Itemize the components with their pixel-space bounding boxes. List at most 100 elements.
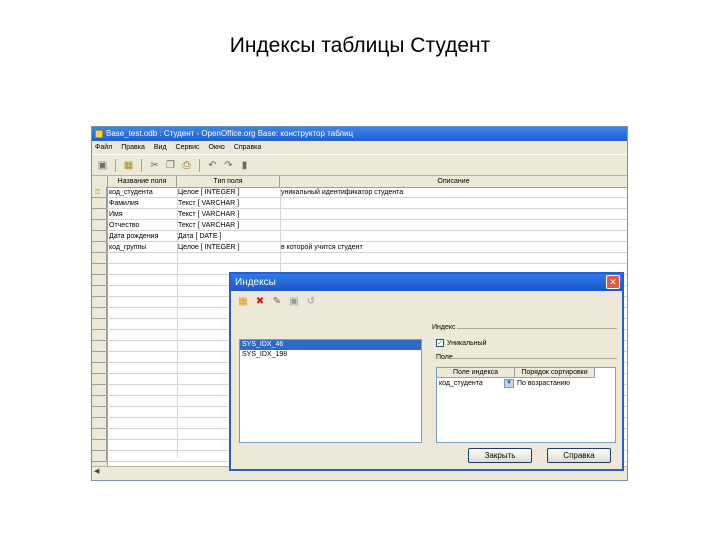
field-name-cell[interactable]: код_студента — [109, 187, 175, 198]
row-header[interactable] — [92, 352, 107, 363]
row-header[interactable] — [92, 330, 107, 341]
field-description-cell[interactable]: в которой учится студент — [281, 242, 481, 253]
paste-icon[interactable]: ⎙ — [180, 159, 193, 172]
field-name-cell[interactable]: Фамилия — [109, 198, 175, 209]
row-header[interactable] — [92, 275, 107, 286]
row-header[interactable] — [92, 385, 107, 396]
close-button[interactable]: Закрыть — [468, 448, 532, 463]
app-icon — [95, 130, 103, 138]
row-header[interactable] — [92, 440, 107, 451]
unique-label: Уникальный — [447, 339, 487, 347]
row-header[interactable] — [92, 209, 107, 220]
chevron-down-icon[interactable]: ▼ — [504, 379, 514, 388]
row-header[interactable] — [92, 264, 107, 275]
dialog-title: Индексы — [235, 277, 276, 288]
delete-index-icon[interactable]: ✖ — [254, 296, 266, 308]
rename-index-icon[interactable]: ✎ — [271, 296, 283, 308]
menu-view[interactable]: Вид — [154, 141, 167, 154]
row-header[interactable] — [92, 297, 107, 308]
row-header[interactable] — [92, 418, 107, 429]
header-index-field: Поле индекса — [437, 368, 515, 378]
header-sort-order: Порядок сортировки — [515, 368, 595, 378]
table-row[interactable] — [92, 253, 627, 264]
toolbar-separator — [199, 158, 200, 172]
toolbar: ▣ ▦ ✂ ❐ ⎙ ↶ ↷ ▮ — [92, 154, 627, 176]
help-button[interactable]: Справка — [547, 448, 611, 463]
primary-key-icon: ⚿ — [95, 189, 101, 196]
row-header[interactable] — [92, 220, 107, 231]
undo-icon[interactable]: ↶ — [206, 159, 219, 172]
copy-icon[interactable]: ❐ — [164, 159, 177, 172]
toolbar-separator — [115, 158, 116, 172]
header-description[interactable]: Описание — [280, 176, 627, 187]
menu-file[interactable]: Файл — [95, 141, 112, 154]
sort-order-cell[interactable]: По возрастанию — [517, 379, 595, 389]
header-field-type[interactable]: Тип поля — [177, 176, 280, 187]
header-field-name[interactable]: Название поля — [108, 176, 177, 187]
field-type-cell[interactable]: Текст [ VARCHAR ] — [178, 220, 278, 231]
table-row[interactable]: код_группы Целое [ INTEGER ] в которой у… — [92, 242, 627, 253]
table-design-icon[interactable]: ▦ — [122, 159, 135, 172]
unique-checkbox[interactable]: ✓ — [436, 339, 444, 347]
field-name-cell[interactable]: Дата рождения — [109, 231, 175, 242]
row-header[interactable] — [92, 253, 107, 264]
field-name-cell[interactable]: Имя — [109, 209, 175, 220]
row-header[interactable] — [92, 451, 107, 462]
menu-help[interactable]: Справка — [234, 141, 261, 154]
row-header[interactable] — [92, 286, 107, 297]
save-icon[interactable]: ▣ — [96, 159, 109, 172]
row-header[interactable] — [92, 231, 107, 242]
row-header[interactable] — [92, 396, 107, 407]
row-header[interactable] — [92, 198, 107, 209]
row-header[interactable] — [92, 363, 107, 374]
new-index-icon[interactable]: ▦ — [237, 296, 249, 308]
toolbar-separator — [141, 158, 142, 172]
redo-icon[interactable]: ↷ — [222, 159, 235, 172]
dialog-titlebar[interactable]: Индексы ✕ — [231, 274, 622, 291]
table-row[interactable]: Отчество Текст [ VARCHAR ] — [92, 220, 627, 231]
window-titlebar[interactable]: Base_test.odb : Студент - OpenOffice.org… — [92, 127, 627, 141]
slide-title: Индексы таблицы Студент — [229, 34, 491, 57]
reset-index-icon[interactable]: ↺ — [305, 296, 317, 308]
scroll-left-icon[interactable]: ◀ — [94, 468, 99, 475]
index-field-cell[interactable]: код_студента — [439, 379, 503, 389]
row-header[interactable] — [92, 407, 107, 418]
field-type-cell[interactable]: Текст [ VARCHAR ] — [178, 198, 278, 209]
indexes-dialog: Индексы ✕ ▦ ✖ ✎ ▣ ↺ SYS_IDX_46 SYS_IDX_1… — [229, 272, 624, 471]
field-type-cell[interactable]: Целое [ INTEGER ] — [178, 187, 278, 198]
save-index-icon[interactable]: ▣ — [288, 296, 300, 308]
menu-edit[interactable]: Правка — [121, 141, 145, 154]
list-item[interactable]: SYS_IDX_198 — [240, 350, 421, 360]
field-name-cell[interactable]: Отчество — [109, 220, 175, 231]
list-item[interactable]: SYS_IDX_46 — [240, 340, 421, 350]
row-header[interactable] — [92, 429, 107, 440]
field-description-cell[interactable]: уникальный идентификатор студента — [281, 187, 481, 198]
table-row[interactable]: Имя Текст [ VARCHAR ] — [92, 209, 627, 220]
field-type-cell[interactable]: Текст [ VARCHAR ] — [178, 209, 278, 220]
help-button-label: Справка — [563, 451, 595, 460]
menu-window[interactable]: Окно — [209, 141, 225, 154]
row-header[interactable] — [92, 341, 107, 352]
row-header[interactable]: ⚿ — [92, 187, 107, 198]
table-row[interactable]: Дата рождения Дата [ DATE ] — [92, 231, 627, 242]
cut-icon[interactable]: ✂ — [148, 159, 161, 172]
index-fields-table: Поле индекса Порядок сортировки код_студ… — [436, 367, 616, 443]
dialog-toolbar: ▦ ✖ ✎ ▣ ↺ — [231, 291, 622, 313]
close-icon[interactable]: ✕ — [606, 275, 620, 289]
field-type-cell[interactable]: Дата [ DATE ] — [178, 231, 278, 242]
row-header[interactable] — [92, 319, 107, 330]
group-divider — [451, 358, 617, 359]
field-name-cell[interactable]: код_группы — [109, 242, 175, 253]
table-row[interactable]: ⚿ код_студента Целое [ INTEGER ] уникаль… — [92, 187, 627, 198]
index-design-icon[interactable]: ▮ — [238, 159, 251, 172]
table-row[interactable]: Фамилия Текст [ VARCHAR ] — [92, 198, 627, 209]
row-header[interactable] — [92, 242, 107, 253]
row-header[interactable] — [92, 308, 107, 319]
close-button-label: Закрыть — [484, 451, 516, 460]
field-type-cell[interactable]: Целое [ INTEGER ] — [178, 242, 278, 253]
menu-tools[interactable]: Сервис — [176, 141, 200, 154]
unique-option[interactable]: ✓ Уникальный — [436, 339, 487, 347]
index-list[interactable]: SYS_IDX_46 SYS_IDX_198 — [239, 339, 422, 443]
window-title: Base_test.odb : Студент - OpenOffice.org… — [106, 129, 354, 138]
row-header[interactable] — [92, 374, 107, 385]
